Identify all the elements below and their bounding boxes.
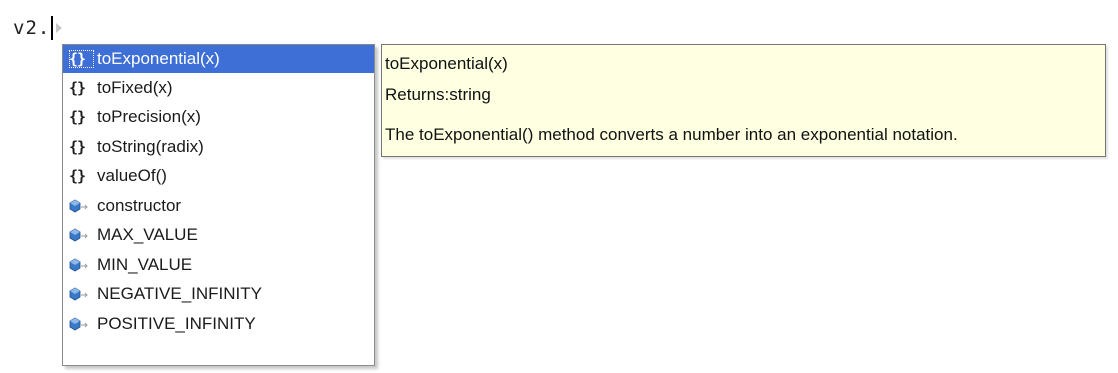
- completion-item-max-value[interactable]: MAX_VALUE: [63, 221, 374, 251]
- completion-item-tofixed[interactable]: {} toFixed(x): [63, 73, 374, 103]
- completion-item-label: POSITIVE_INFINITY: [97, 313, 256, 333]
- completion-item-label: NEGATIVE_INFINITY: [97, 284, 262, 304]
- code-editor[interactable]: v2. {} toExponential(x) {} toFixed(x) {}…: [0, 0, 1118, 373]
- tooltip-signature: toExponential(x): [385, 54, 508, 73]
- property-icon: [69, 286, 97, 302]
- property-icon: [69, 198, 97, 214]
- autocomplete-list[interactable]: {} toExponential(x) {} toFixed(x) {} toP…: [62, 44, 375, 366]
- property-icon: [69, 316, 97, 332]
- method-braces-icon: {}: [69, 167, 86, 186]
- tooltip-spacer: [385, 110, 1102, 124]
- completion-item-toprecision[interactable]: {} toPrecision(x): [63, 103, 374, 133]
- completion-item-min-value[interactable]: MIN_VALUE: [63, 250, 374, 280]
- code-line[interactable]: v2.: [0, 14, 63, 42]
- completion-item-label: toExponential(x): [97, 49, 220, 68]
- triangle-marker-icon: [56, 23, 63, 33]
- text-caret: [51, 16, 54, 40]
- completion-item-constructor[interactable]: constructor: [63, 191, 374, 221]
- completion-item-negative-infinity[interactable]: NEGATIVE_INFINITY: [63, 280, 374, 310]
- completion-item-label: valueOf(): [97, 166, 167, 186]
- completion-item-label: MIN_VALUE: [97, 254, 193, 274]
- method-braces-icon: {}: [69, 137, 86, 156]
- completion-item-label: toString(radix): [97, 136, 204, 156]
- tooltip-returns: Returns:string: [385, 85, 491, 104]
- method-braces-icon: {}: [69, 78, 86, 97]
- property-icon: [69, 227, 97, 243]
- completion-item-label: toPrecision(x): [97, 107, 201, 127]
- completion-item-label: constructor: [97, 195, 182, 215]
- documentation-tooltip: toExponential(x) Returns:string The toEx…: [381, 44, 1106, 157]
- method-braces-icon: {}: [69, 50, 94, 68]
- completion-item-toexponential[interactable]: {} toExponential(x): [63, 45, 374, 73]
- tooltip-description: The toExponential() method converts a nu…: [385, 125, 958, 144]
- completion-item-positive-infinity[interactable]: POSITIVE_INFINITY: [63, 309, 374, 339]
- completion-item-valueof[interactable]: {} valueOf(): [63, 162, 374, 192]
- property-icon: [69, 257, 97, 273]
- completion-item-label: toFixed(x): [97, 77, 173, 97]
- completion-item-label: MAX_VALUE: [97, 225, 198, 245]
- method-braces-icon: {}: [69, 108, 86, 127]
- completion-item-tostring[interactable]: {} toString(radix): [63, 132, 374, 162]
- code-text: v2.: [13, 17, 51, 39]
